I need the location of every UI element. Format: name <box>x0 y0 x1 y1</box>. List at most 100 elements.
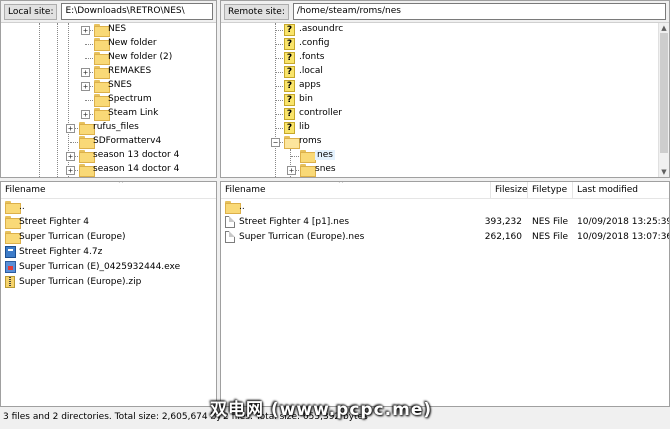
column-label: Last modified <box>577 185 639 195</box>
remote-tree-scrollbar[interactable]: ▲ ▼ <box>658 23 669 177</box>
folder-icon <box>94 66 110 79</box>
remote-tree-item[interactable]: − roms <box>221 135 669 149</box>
folder-icon <box>5 231 21 244</box>
file-type: NES File <box>532 217 569 227</box>
scroll-down-arrow-icon[interactable]: ▼ <box>659 167 669 177</box>
folder-icon <box>79 122 95 135</box>
remote-tree-item[interactable]: ? .config <box>221 37 669 51</box>
local-status-bar: 3 files and 2 directories. Total size: 2… <box>0 408 235 429</box>
column-label: Filename <box>5 185 46 195</box>
local-file-row[interactable]: Street Fighter 4.7z <box>1 245 216 260</box>
tree-item-label: controller <box>299 108 342 118</box>
scroll-up-arrow-icon[interactable]: ▲ <box>659 23 669 33</box>
local-tree-item[interactable]: + season 13 doctor 4 <box>1 149 216 163</box>
tree-item-label: SDFormatterv4 <box>93 136 162 146</box>
remote-tree-item[interactable]: ? .asoundrc <box>221 23 669 37</box>
tree-item-label: SNES <box>108 80 132 90</box>
remote-modified-column-header[interactable]: Last modified <box>573 182 669 199</box>
remote-tree-item[interactable]: ? lib <box>221 121 669 135</box>
tree-expand-icon[interactable]: + <box>66 124 75 133</box>
local-file-row[interactable]: Super Turrican (Europe).zip <box>1 275 216 290</box>
tree-item-label: Steam Link <box>108 108 159 118</box>
remote-site-bar: Remote site: /home/steam/roms/nes <box>221 1 669 23</box>
file-size: 262,160 <box>484 232 522 242</box>
tree-item-label: New folder <box>108 38 157 48</box>
local-site-bar: Local site: E:\Downloads\RETRO\NES\ <box>1 1 216 23</box>
remote-tree-item[interactable]: ? bin <box>221 93 669 107</box>
folder-icon <box>94 108 110 121</box>
remote-file-row[interactable]: .. <box>221 200 669 215</box>
folder-icon <box>300 164 316 177</box>
local-directory-tree: + NES New folder New folder (2) + REMAKES + SNE… <box>1 23 216 177</box>
file-type: NES File <box>532 232 569 242</box>
tree-expand-icon[interactable]: + <box>81 68 90 77</box>
remote-site-path-input[interactable]: /home/steam/roms/nes <box>292 3 666 20</box>
file-name: Super Turrican (Europe).nes <box>239 232 365 242</box>
tree-expand-icon[interactable]: + <box>66 152 75 161</box>
watermark-text: 双电网 (www.pcpc.me) <box>210 400 433 420</box>
local-tree-item[interactable]: + SNES <box>1 79 216 93</box>
local-tree-item[interactable]: Spectrum <box>1 93 216 107</box>
remote-filesize-column-header[interactable]: Filesize <box>491 182 528 199</box>
local-file-row[interactable]: Street Fighter 4 <box>1 215 216 230</box>
remote-tree-item[interactable]: ? controller <box>221 107 669 121</box>
remote-tree-item[interactable]: + snes <box>221 163 669 177</box>
file-name: Super Turrican (Europe) <box>19 232 126 242</box>
local-tree-item[interactable]: + rufus_files <box>1 121 216 135</box>
exe-icon <box>5 261 16 273</box>
tree-item-label: Spectrum <box>108 94 152 104</box>
tree-item-label: roms <box>299 136 322 146</box>
question-icon: ? <box>284 24 295 36</box>
remote-filetype-column-header[interactable]: Filetype <box>528 182 573 199</box>
local-tree-item[interactable]: + season 14 doctor 4 <box>1 163 216 177</box>
folder-icon <box>5 216 21 229</box>
scrollbar-thumb[interactable] <box>660 33 668 153</box>
tree-expand-icon[interactable]: + <box>287 166 296 175</box>
local-tree-item[interactable]: + Steam Link <box>1 107 216 121</box>
remote-file-list: .. Street Fighter 4 [p1].nes 393,232 NES Fi… <box>221 200 669 406</box>
tree-item-label: .local <box>299 66 323 76</box>
sort-arrow-icon: ^ <box>338 181 344 188</box>
question-icon: ? <box>284 94 295 106</box>
remote-file-row[interactable]: Street Fighter 4 [p1].nes 393,232 NES File… <box>221 215 669 230</box>
tree-expand-icon[interactable]: + <box>66 166 75 175</box>
file-modified: 10/09/2018 13:25:39 <box>577 217 670 227</box>
tree-expand-icon[interactable]: + <box>81 110 90 119</box>
local-tree-item[interactable]: + NES <box>1 23 216 37</box>
tree-item-label: season 14 doctor 4 <box>93 164 180 174</box>
file-name: Super Turrican (E)_0425932444.exe <box>19 262 181 272</box>
remote-tree-item[interactable]: ? apps <box>221 79 669 93</box>
folder-icon <box>284 136 300 149</box>
remote-tree-item[interactable]: nes <box>221 149 669 163</box>
local-tree-item[interactable]: + REMAKES <box>1 65 216 79</box>
local-site-path-input[interactable]: E:\Downloads\RETRO\NES\ <box>61 3 213 20</box>
tree-expand-icon[interactable]: − <box>271 138 280 147</box>
question-icon: ? <box>284 66 295 78</box>
folder-icon <box>94 38 110 51</box>
remote-file-list-pane: Filename ^ Filesize Filetype Last modifi… <box>220 181 670 407</box>
remote-tree-item[interactable]: ? .local <box>221 65 669 79</box>
remote-tree-pane: Remote site: /home/steam/roms/nes ? .asou… <box>220 0 670 178</box>
remote-list-header: Filename ^ Filesize Filetype Last modifi… <box>221 182 669 199</box>
local-tree-item[interactable]: New folder <box>1 37 216 51</box>
remote-tree-item[interactable]: ? .fonts <box>221 51 669 65</box>
local-tree-item[interactable]: SDFormatterv4 <box>1 135 216 149</box>
remote-filename-column-header[interactable]: Filename ^ <box>221 182 491 199</box>
archive-icon <box>5 246 16 258</box>
file-name: .. <box>239 202 245 212</box>
tree-item-label: .fonts <box>299 52 325 62</box>
local-file-row[interactable]: .. <box>1 200 216 215</box>
folder-icon <box>225 201 241 214</box>
local-tree-pane: Local site: E:\Downloads\RETRO\NES\ + NES… <box>0 0 217 178</box>
local-filename-column-header[interactable]: Filename ^ <box>1 182 216 199</box>
file-name: Street Fighter 4.7z <box>19 247 103 257</box>
file-name: Super Turrican (Europe).zip <box>19 277 142 287</box>
tree-expand-icon[interactable]: + <box>81 26 90 35</box>
remote-file-row[interactable]: Super Turrican (Europe).nes 262,160 NES Fi… <box>221 230 669 245</box>
local-tree-item[interactable]: New folder (2) <box>1 51 216 65</box>
question-icon: ? <box>284 108 295 120</box>
local-file-row[interactable]: Super Turrican (E)_0425932444.exe <box>1 260 216 275</box>
question-icon: ? <box>284 122 295 134</box>
local-file-row[interactable]: Super Turrican (Europe) <box>1 230 216 245</box>
tree-expand-icon[interactable]: + <box>81 82 90 91</box>
